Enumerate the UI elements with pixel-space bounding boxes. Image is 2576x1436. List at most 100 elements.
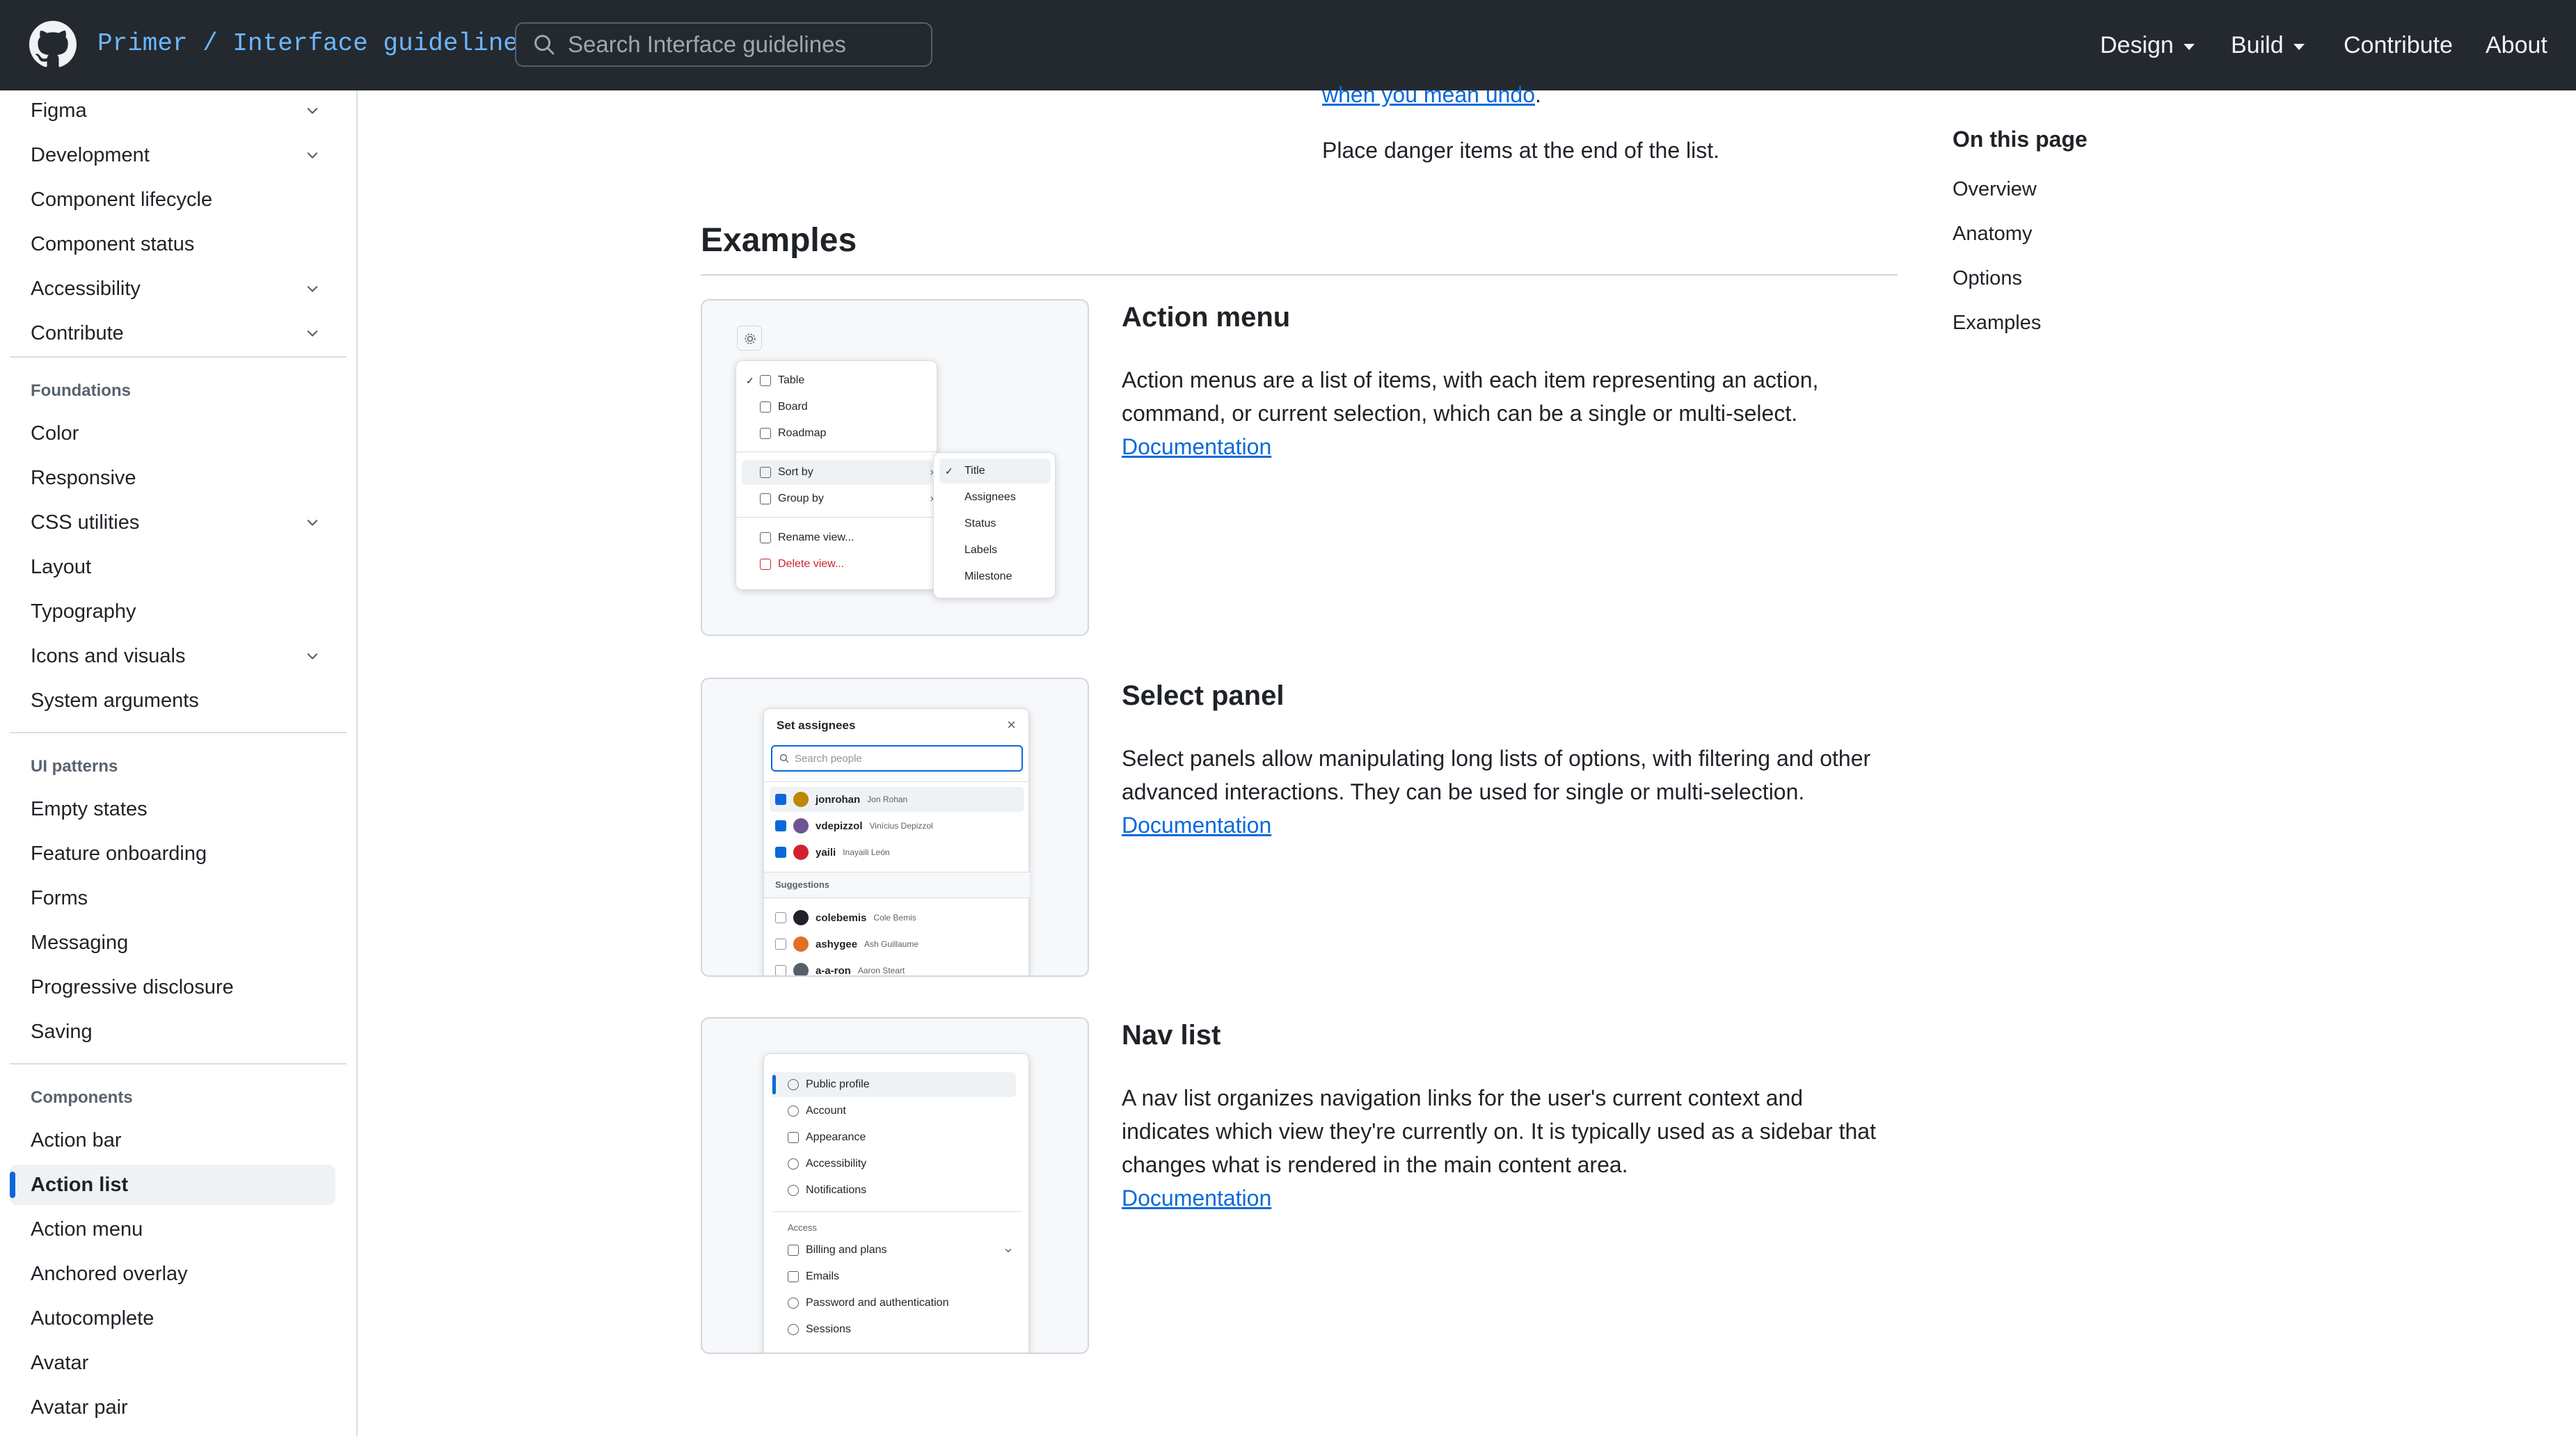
nav-item-label: Notifications — [806, 1184, 867, 1196]
nav-item-public-profile: Public profile — [788, 1072, 870, 1097]
sidebar-item-label: Typography — [31, 600, 136, 623]
nav-item-label: Sessions — [806, 1323, 851, 1335]
sidebar-item-empty-states[interactable]: Empty states — [10, 789, 335, 829]
sidebar-item-component-lifecycle[interactable]: Component lifecycle — [10, 180, 335, 220]
action-menu-thumbnail[interactable]: ✓ Table Board Roadmap Sort by › Group by › … — [701, 299, 1089, 636]
sidebar-item-accessibility[interactable]: Accessibility — [10, 269, 335, 309]
description-line: changes what is rendered in the main con… — [1122, 1152, 1628, 1177]
nav-item-label: Emails — [806, 1270, 840, 1282]
checkbox-icon — [775, 939, 786, 950]
nav-list-panel: Public profile Account Appearance Access… — [763, 1053, 1029, 1353]
suggestion-login: ashygee — [816, 938, 858, 950]
sidebar-item-label: System arguments — [31, 689, 199, 712]
sidebar-item-label: Avatar — [31, 1351, 89, 1374]
menu-item-label: Table — [778, 374, 805, 386]
sidebar-item-label: Color — [31, 422, 79, 445]
nav-about[interactable]: About — [2486, 0, 2547, 90]
nav-item-emails: Emails — [788, 1264, 839, 1289]
menu-item-sort-by: Sort by › — [760, 460, 934, 485]
card-description-select-panel: Select panels allow manipulating long li… — [1122, 742, 1901, 808]
suggestions-label: Suggestions — [775, 879, 830, 890]
card-description-action-menu: Action menus are a list of items, with e… — [1122, 363, 1901, 430]
avatar — [793, 818, 809, 833]
brand-title[interactable]: Primer / Interface guidelines — [97, 26, 534, 61]
sidebar-item-forms[interactable]: Forms — [10, 878, 335, 918]
select-panel-documentation-link[interactable]: Documentation — [1122, 808, 1271, 842]
nav-item-appearance: Appearance — [788, 1125, 866, 1150]
close-icon: × — [1007, 716, 1016, 733]
credit-card-icon — [788, 1245, 799, 1256]
sidebar-item-avatar-pair[interactable]: Avatar pair — [10, 1387, 335, 1428]
assignee-row: jonrohan Jon Rohan — [775, 787, 907, 812]
board-icon — [760, 401, 771, 413]
chevron-down-icon — [307, 330, 318, 337]
nav-build[interactable]: Build — [2231, 0, 2305, 90]
gear-icon — [745, 333, 756, 344]
undo-link[interactable]: when you mean undo — [1322, 82, 1535, 107]
nav-item-notifications: Notifications — [788, 1178, 866, 1203]
submenu-item-status: Status — [964, 511, 996, 536]
sidebar-item-label: Empty states — [31, 797, 148, 820]
nav-contribute[interactable]: Contribute — [2344, 0, 2453, 90]
github-logo-icon[interactable] — [29, 21, 77, 68]
sidebar-item-css-utilities[interactable]: CSS utilities — [10, 502, 335, 543]
toc-item-options[interactable]: Options — [1953, 267, 2022, 290]
sidebar-item-action-bar[interactable]: Action bar — [10, 1120, 335, 1160]
nav-contribute-label: Contribute — [2344, 31, 2453, 58]
sidebar-item-icons-and-visuals[interactable]: Icons and visuals — [10, 636, 335, 676]
search-box[interactable] — [515, 22, 932, 67]
sidebar-item-responsive[interactable]: Responsive — [10, 458, 335, 498]
sidebar-item-label: Anchored overlay — [31, 1262, 188, 1285]
sidebar-item-label: Contribute — [31, 321, 124, 344]
search-icon — [534, 35, 555, 55]
chevron-down-icon — [307, 108, 318, 114]
suggestion-row: a-a-ron Aaron Steart — [775, 958, 905, 975]
sidebar-item-layout[interactable]: Layout — [10, 547, 335, 587]
sidebar-item-system-arguments[interactable]: System arguments — [10, 680, 335, 721]
sidebar-item-contribute[interactable]: Contribute — [10, 313, 335, 353]
toc-item-examples[interactable]: Examples — [1953, 312, 2041, 335]
nav-list-documentation-link[interactable]: Documentation — [1122, 1181, 1271, 1215]
avatar — [793, 910, 809, 925]
action-menu-documentation-link[interactable]: Documentation — [1122, 430, 1271, 463]
menu-item-label: Delete view... — [778, 558, 845, 570]
gear-button — [737, 326, 762, 351]
menu-item-rename: Rename view... — [760, 525, 854, 550]
sidebar-item-figma[interactable]: Figma — [10, 90, 335, 131]
toc-item-overview[interactable]: Overview — [1953, 178, 2037, 201]
sidebar-item-progressive-disclosure[interactable]: Progressive disclosure — [10, 967, 335, 1007]
sidebar-item-saving[interactable]: Saving — [10, 1012, 335, 1052]
sidebar-item-autocomplete[interactable]: Autocomplete — [10, 1298, 335, 1339]
avatar — [793, 792, 809, 807]
sidebar-item-typography[interactable]: Typography — [10, 591, 335, 632]
nav-active-indicator — [772, 1075, 776, 1094]
search-input[interactable] — [568, 31, 931, 58]
nav-item-password: Password and authentication — [788, 1291, 948, 1316]
assignee-login: jonrohan — [816, 793, 861, 806]
toc-item-anatomy[interactable]: Anatomy — [1953, 223, 2032, 246]
menu-item-label: Board — [778, 401, 808, 413]
sidebar-item-avatar[interactable]: Avatar — [10, 1343, 335, 1383]
sidebar-item-messaging[interactable]: Messaging — [10, 923, 335, 963]
submenu-item-label: Status — [964, 518, 996, 529]
description-line: A nav list organizes navigation links fo… — [1122, 1085, 1804, 1110]
sidebar-item-action-menu[interactable]: Action menu — [10, 1209, 335, 1250]
sidebar-item-color[interactable]: Color — [10, 413, 335, 454]
menu-item-delete: Delete view... — [760, 552, 844, 577]
section-divider — [701, 274, 1898, 276]
assignee-name: Inayaili León — [843, 847, 890, 857]
assignee-row: yaili Inayaili León — [775, 840, 890, 865]
sidebar-item-development[interactable]: Development — [10, 135, 335, 175]
assignee-login: vdepizzol — [816, 820, 863, 832]
nav-item-label: Billing and plans — [806, 1244, 887, 1256]
sidebar-item-component-status[interactable]: Component status — [10, 224, 335, 264]
select-panel-thumbnail[interactable]: Set assignees × Search people jonrohan J… — [701, 678, 1089, 977]
nav-list-thumbnail[interactable]: Public profile Account Appearance Access… — [701, 1017, 1089, 1354]
nav-design[interactable]: Design — [2100, 0, 2195, 90]
card-title-select-panel: Select panel — [1122, 680, 1285, 711]
chevron-down-icon — [307, 286, 318, 292]
sidebar-item-action-list[interactable]: Action list — [10, 1165, 335, 1205]
sidebar-item-anchored-overlay[interactable]: Anchored overlay — [10, 1254, 335, 1294]
sidebar-item-feature-onboarding[interactable]: Feature onboarding — [10, 833, 335, 874]
suggestion-row: colebemis Cole Bemis — [775, 905, 916, 930]
